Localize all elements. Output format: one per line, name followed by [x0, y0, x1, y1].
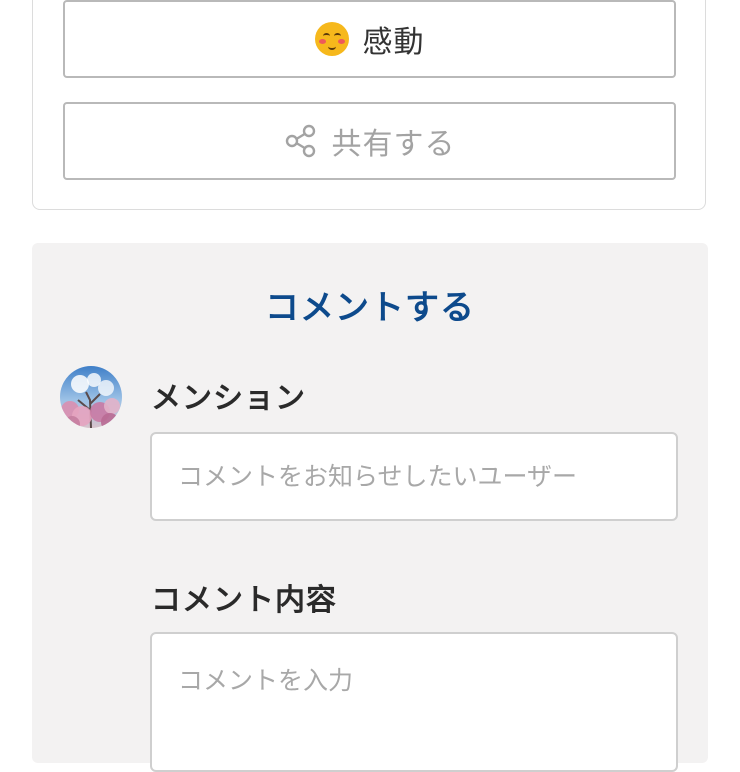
user-avatar	[60, 366, 122, 428]
mention-label: メンション	[151, 381, 306, 416]
comment-content-label: コメント内容	[151, 583, 337, 618]
comment-section-title: コメントする	[265, 288, 475, 328]
mention-input[interactable]	[150, 432, 678, 521]
reaction-button-label: 感動	[362, 25, 425, 60]
blushing-smile-emoji-icon	[314, 22, 349, 56]
reaction-button[interactable]: 感動	[63, 0, 676, 78]
share-button-label: 共有する	[331, 127, 456, 162]
share-icon	[284, 124, 318, 158]
comment-content-textarea[interactable]	[150, 632, 678, 772]
share-button[interactable]: 共有する	[63, 102, 676, 180]
